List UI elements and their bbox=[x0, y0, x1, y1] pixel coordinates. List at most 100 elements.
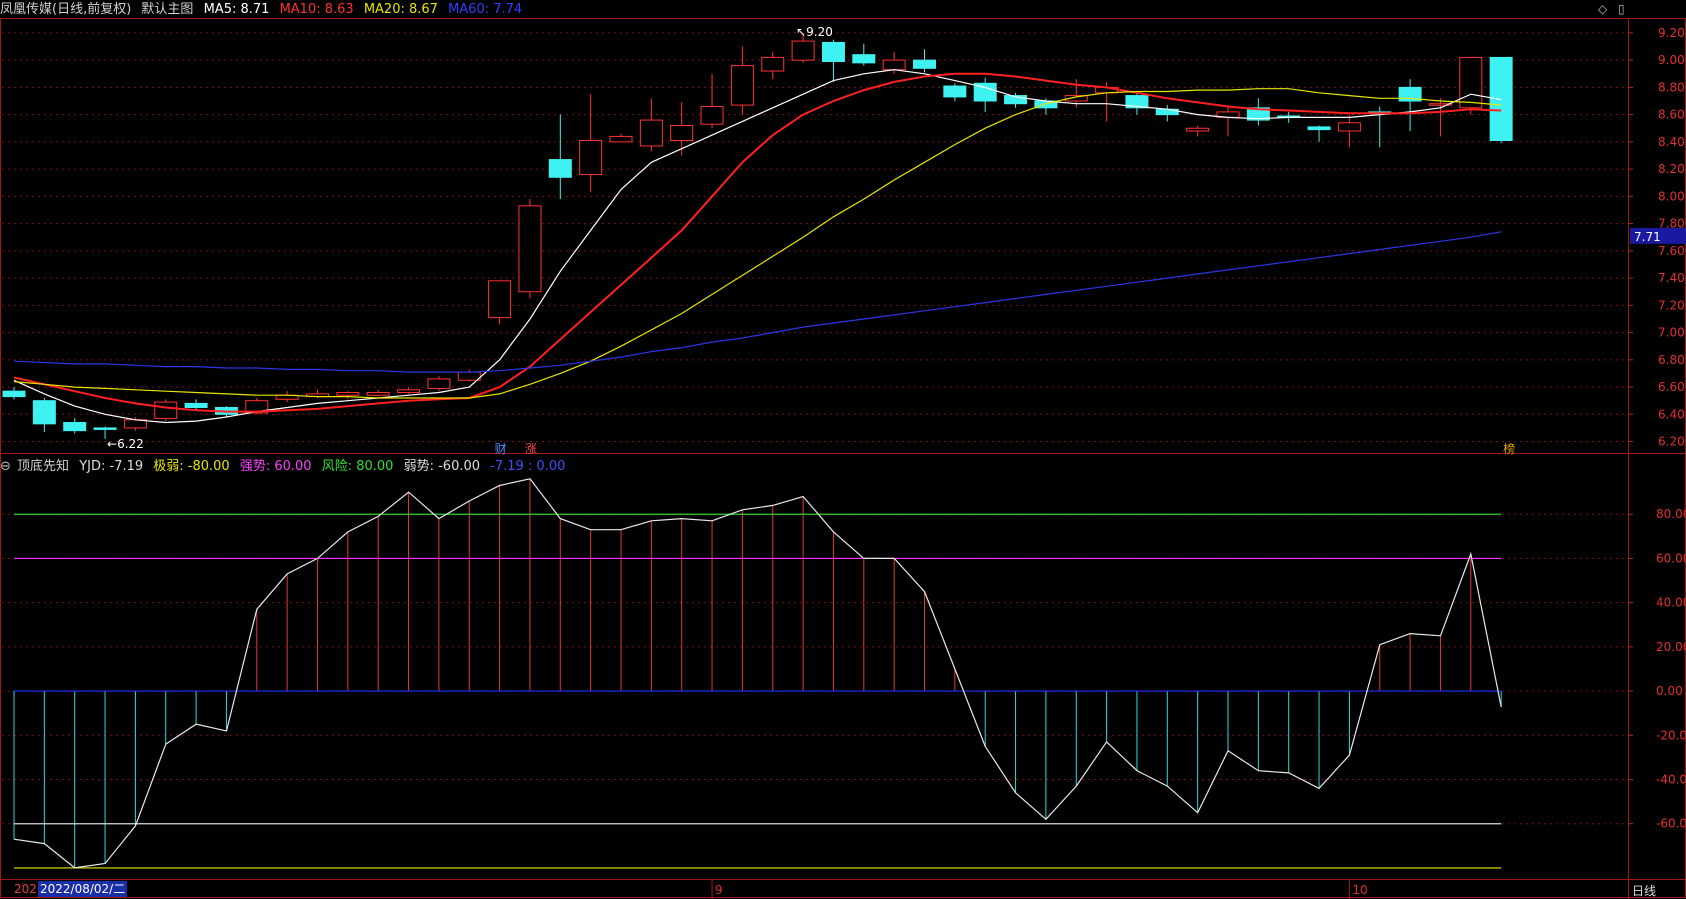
candle-body bbox=[579, 140, 603, 176]
candle bbox=[397, 387, 421, 394]
high-price-label: ↖9.20 bbox=[796, 25, 833, 39]
candle-body bbox=[943, 85, 967, 98]
candle bbox=[943, 83, 967, 102]
candle bbox=[852, 43, 876, 66]
candle-body bbox=[63, 421, 87, 432]
indicator-tick-label: -40.00 bbox=[1656, 773, 1686, 787]
candle-body bbox=[184, 402, 208, 408]
candle-body bbox=[488, 280, 512, 319]
candle-body bbox=[639, 119, 663, 147]
ma10-value: MA10: 8.63 bbox=[279, 2, 354, 17]
price-tag-label: 7.71 bbox=[1634, 230, 1661, 244]
date-prefix: 202 bbox=[14, 882, 37, 896]
candle bbox=[1246, 98, 1270, 126]
weak-value: 弱势: -60.00 bbox=[403, 459, 481, 474]
candle-body bbox=[882, 59, 906, 71]
main-chart-header: 凤凰传媒(日线,前复权) 默认主图 MA5: 8.71 MA10: 8.63 M… bbox=[0, 1, 528, 18]
price-tick-label: 7.00 bbox=[1658, 326, 1685, 340]
candle-body bbox=[609, 135, 633, 143]
indicator-tick-label: 40.00 bbox=[1656, 596, 1686, 610]
candle bbox=[579, 94, 603, 193]
indicator-header: ⊖ 顶底先知 YJD: -7.19 极弱: -80.00 强势: 60.00 风… bbox=[0, 458, 571, 475]
indicator-tick-label: -60.00 bbox=[1656, 817, 1686, 831]
candle-body bbox=[427, 378, 451, 389]
yjd-line bbox=[13, 478, 1502, 869]
extreme-weak-value: 极弱: -80.00 bbox=[153, 459, 230, 474]
stock-title: 凤凰传媒(日线,前复权) bbox=[0, 2, 132, 17]
candle bbox=[761, 51, 785, 80]
candle bbox=[1398, 79, 1422, 131]
candle bbox=[1307, 125, 1331, 142]
event-marker: 财 bbox=[495, 442, 507, 456]
candle bbox=[548, 114, 572, 200]
indicator-tick-label: 20.00 bbox=[1656, 640, 1686, 654]
candle-body bbox=[93, 427, 117, 430]
diamond-icon[interactable]: ◇ bbox=[1598, 2, 1607, 16]
candle-body bbox=[1307, 126, 1331, 131]
ma-line-ma5 bbox=[13, 69, 1502, 424]
price-tick-label: 9.20 bbox=[1658, 26, 1685, 40]
candle bbox=[366, 389, 390, 397]
candle bbox=[336, 391, 360, 400]
candle-body bbox=[32, 400, 56, 425]
indicator-name[interactable]: 顶底先知 bbox=[17, 459, 69, 474]
candle-body bbox=[761, 56, 785, 72]
candle bbox=[1155, 105, 1179, 122]
event-marker: 涨 bbox=[525, 441, 537, 456]
price-tick-label: 7.40 bbox=[1658, 271, 1685, 285]
candle-body bbox=[1489, 56, 1513, 142]
ma5-value: MA5: 8.71 bbox=[203, 2, 270, 17]
event-marker: 榜 bbox=[1503, 441, 1515, 456]
ma-line-ma10 bbox=[13, 72, 1502, 413]
ma-line-ma20 bbox=[13, 88, 1502, 399]
ma20-value: MA20: 8.67 bbox=[363, 2, 438, 17]
candle-body bbox=[700, 105, 724, 125]
candle bbox=[670, 102, 694, 156]
month-label: 9 bbox=[715, 883, 723, 897]
candle-body bbox=[397, 389, 421, 394]
candle bbox=[154, 399, 178, 422]
low-price-label: ←6.22 bbox=[107, 437, 144, 451]
candle-body bbox=[366, 392, 390, 396]
window-icon[interactable]: ▯ bbox=[1618, 2, 1625, 16]
risk-value: 风险: 80.00 bbox=[321, 459, 394, 474]
candle bbox=[63, 418, 87, 434]
candle-body bbox=[1186, 127, 1210, 132]
price-tick-label: 9.00 bbox=[1658, 53, 1685, 67]
ma60-value: MA60: 7.74 bbox=[448, 2, 523, 17]
price-tick-label: 8.20 bbox=[1658, 162, 1685, 176]
price-tick-label: 8.40 bbox=[1658, 135, 1685, 149]
candle bbox=[609, 133, 633, 143]
candle bbox=[1459, 56, 1483, 115]
candle bbox=[1337, 114, 1361, 148]
candle bbox=[1186, 125, 1210, 137]
indicator-tick-label: -20.00 bbox=[1656, 728, 1686, 742]
indicator-tick-label: 80.00 bbox=[1656, 507, 1686, 521]
collapse-icon[interactable]: ⊖ bbox=[0, 459, 11, 474]
indicator-tick-label: 60.00 bbox=[1656, 551, 1686, 565]
candle-body bbox=[457, 371, 481, 381]
month-label: 10 bbox=[1352, 883, 1367, 897]
candle bbox=[639, 98, 663, 152]
price-tick-label: 8.60 bbox=[1658, 108, 1685, 122]
price-tick-label: 6.80 bbox=[1658, 353, 1685, 367]
template-label[interactable]: 默认主图 bbox=[141, 2, 193, 17]
candle-body bbox=[852, 54, 876, 64]
price-tick-label: 8.80 bbox=[1658, 80, 1685, 94]
candle-body bbox=[913, 59, 936, 69]
zero-ratio-value: -7.19 : 0.00 bbox=[490, 459, 566, 474]
candle-body bbox=[518, 205, 542, 293]
candle bbox=[427, 376, 451, 392]
candle-body bbox=[821, 41, 845, 63]
period-label[interactable]: 日线 bbox=[1632, 882, 1656, 899]
ma-line-ma60 bbox=[13, 231, 1502, 373]
candle bbox=[913, 49, 936, 73]
candle bbox=[821, 39, 845, 82]
candle-body bbox=[1337, 122, 1361, 132]
candle-body bbox=[154, 401, 178, 419]
candle bbox=[275, 391, 299, 403]
candle bbox=[700, 73, 724, 129]
candle bbox=[488, 280, 512, 325]
stock-chart-canvas[interactable]: 6.206.406.606.807.007.207.407.607.808.00… bbox=[0, 0, 1686, 899]
candle-body bbox=[548, 159, 572, 178]
